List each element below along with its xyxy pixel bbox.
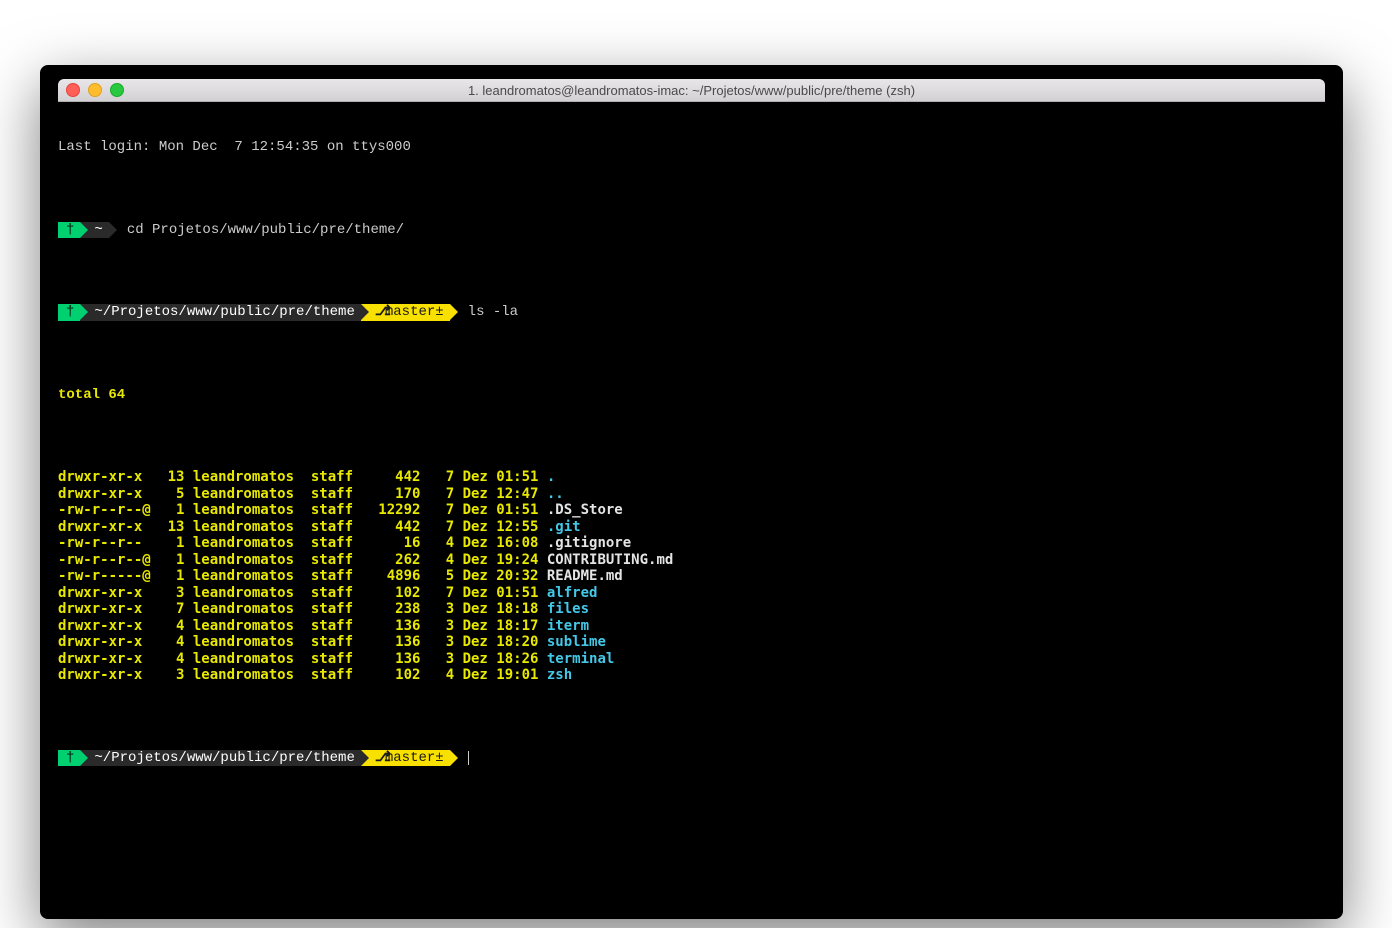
directory-name: . <box>547 469 555 486</box>
prompt-line-3: † ~/Projetos/www/public/pre/theme ⎇ mast… <box>58 750 1325 767</box>
prompt-path-segment: ~/Projetos/www/public/pre/theme <box>80 750 360 767</box>
file-meta: drwxr-xr-x 13 leandromatos staff 442 7 D… <box>58 519 547 536</box>
branch-icon: ⎇ <box>375 304 385 321</box>
file-meta: drwxr-xr-x 4 leandromatos staff 136 3 De… <box>58 651 547 668</box>
list-item: drwxr-xr-x 4 leandromatos staff 136 3 De… <box>58 618 1325 635</box>
outer-frame: 1. leandromatos@leandromatos-imac: ~/Pro… <box>40 65 1343 919</box>
list-item: -rw-r--r--@ 1 leandromatos staff 12292 7… <box>58 502 1325 519</box>
file-meta: -rw-r--r--@ 1 leandromatos staff 262 4 D… <box>58 552 547 569</box>
terminal-body[interactable]: Last login: Mon Dec 7 12:54:35 on ttys00… <box>58 102 1325 799</box>
list-item: drwxr-xr-x 3 leandromatos staff 102 4 De… <box>58 667 1325 684</box>
list-item: drwxr-xr-x 7 leandromatos staff 238 3 De… <box>58 601 1325 618</box>
directory-name: terminal <box>547 651 614 668</box>
prompt-status-segment: † <box>58 750 80 767</box>
prompt-git-segment: ⎇ master± <box>361 304 450 321</box>
directory-name: files <box>547 601 589 618</box>
file-meta: -rw-r--r-- 1 leandromatos staff 16 4 Dez… <box>58 535 547 552</box>
command-text: ls -la <box>468 304 518 321</box>
prompt-status-segment: † <box>58 304 80 321</box>
file-listing: drwxr-xr-x 13 leandromatos staff 442 7 D… <box>58 469 1325 684</box>
file-name: README.md <box>547 568 623 585</box>
terminal-window: 1. leandromatos@leandromatos-imac: ~/Pro… <box>58 79 1325 905</box>
branch-name: master± <box>385 750 444 767</box>
list-item: -rw-r--r--@ 1 leandromatos staff 262 4 D… <box>58 552 1325 569</box>
list-item: -rw-r--r-- 1 leandromatos staff 16 4 Dez… <box>58 535 1325 552</box>
command-text: cd Projetos/www/public/pre/theme/ <box>127 222 404 239</box>
total-line: total 64 <box>58 387 1325 404</box>
file-meta: drwxr-xr-x 13 leandromatos staff 442 7 D… <box>58 469 547 486</box>
file-meta: drwxr-xr-x 4 leandromatos staff 136 3 De… <box>58 634 547 651</box>
last-login-line: Last login: Mon Dec 7 12:54:35 on ttys00… <box>58 139 1325 156</box>
list-item: drwxr-xr-x 5 leandromatos staff 170 7 De… <box>58 486 1325 503</box>
dagger-icon: † <box>66 304 74 321</box>
file-meta: drwxr-xr-x 5 leandromatos staff 170 7 De… <box>58 486 547 503</box>
prompt-status-segment: † <box>58 222 80 239</box>
prompt-path: ~/Projetos/www/public/pre/theme <box>94 304 354 321</box>
list-item: drwxr-xr-x 3 leandromatos staff 102 7 De… <box>58 585 1325 602</box>
minimize-icon[interactable] <box>88 83 102 97</box>
file-name: .DS_Store <box>547 502 623 519</box>
file-name: .gitignore <box>547 535 631 552</box>
list-item: drwxr-xr-x 13 leandromatos staff 442 7 D… <box>58 469 1325 486</box>
list-item: -rw-r-----@ 1 leandromatos staff 4896 5 … <box>58 568 1325 585</box>
prompt-line-2: † ~/Projetos/www/public/pre/theme ⎇ mast… <box>58 304 1325 321</box>
window-title: 1. leandromatos@leandromatos-imac: ~/Pro… <box>58 83 1325 98</box>
list-item: drwxr-xr-x 13 leandromatos staff 442 7 D… <box>58 519 1325 536</box>
branch-name: master± <box>385 304 444 321</box>
cursor <box>468 751 469 765</box>
window-titlebar[interactable]: 1. leandromatos@leandromatos-imac: ~/Pro… <box>58 79 1325 102</box>
file-meta: drwxr-xr-x 3 leandromatos staff 102 7 De… <box>58 585 547 602</box>
list-item: drwxr-xr-x 4 leandromatos staff 136 3 De… <box>58 634 1325 651</box>
list-item: drwxr-xr-x 4 leandromatos staff 136 3 De… <box>58 651 1325 668</box>
prompt-path: ~ <box>94 222 102 239</box>
prompt-path: ~/Projetos/www/public/pre/theme <box>94 750 354 767</box>
file-meta: drwxr-xr-x 4 leandromatos staff 136 3 De… <box>58 618 547 635</box>
dagger-icon: † <box>66 222 74 239</box>
dagger-icon: † <box>66 750 74 767</box>
directory-name: .. <box>547 486 564 503</box>
directory-name: sublime <box>547 634 606 651</box>
file-meta: -rw-r-----@ 1 leandromatos staff 4896 5 … <box>58 568 547 585</box>
file-name: CONTRIBUTING.md <box>547 552 673 569</box>
window-controls <box>66 83 124 97</box>
directory-name: .git <box>547 519 581 536</box>
directory-name: iterm <box>547 618 589 635</box>
prompt-line-1: † ~ cd Projetos/www/public/pre/theme/ <box>58 222 1325 239</box>
close-icon[interactable] <box>66 83 80 97</box>
branch-icon: ⎇ <box>375 750 385 767</box>
directory-name: zsh <box>547 667 572 684</box>
prompt-path-segment: ~/Projetos/www/public/pre/theme <box>80 304 360 321</box>
prompt-git-segment: ⎇ master± <box>361 750 450 767</box>
directory-name: alfred <box>547 585 598 602</box>
file-meta: -rw-r--r--@ 1 leandromatos staff 12292 7… <box>58 502 547 519</box>
file-meta: drwxr-xr-x 7 leandromatos staff 238 3 De… <box>58 601 547 618</box>
maximize-icon[interactable] <box>110 83 124 97</box>
file-meta: drwxr-xr-x 3 leandromatos staff 102 4 De… <box>58 667 547 684</box>
